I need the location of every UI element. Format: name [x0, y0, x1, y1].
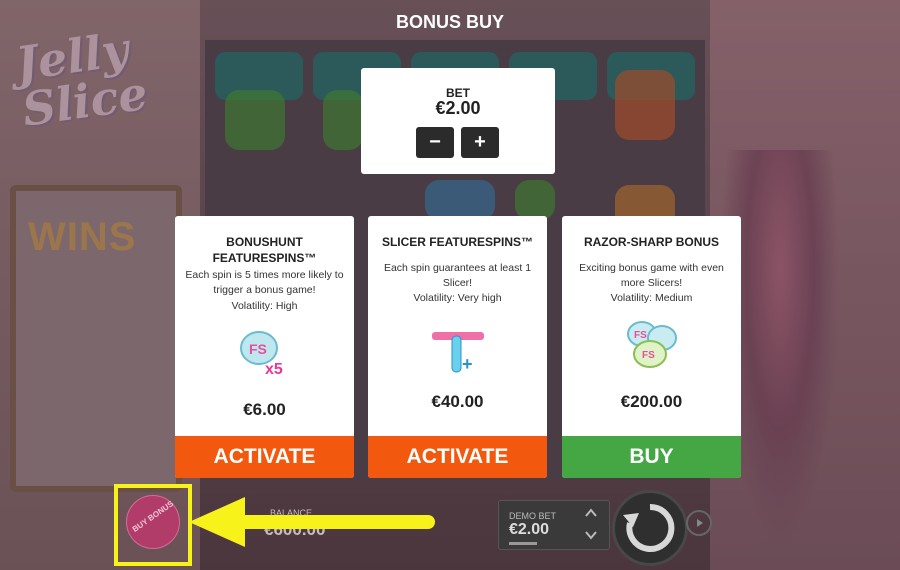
card-title: BONUSHUNT FEATURESPINS™: [212, 235, 317, 265]
card-volatility: Volatility: Medium: [610, 292, 693, 304]
demo-bet-control[interactable]: DEMO BET €2.00: [498, 500, 610, 550]
pointer-arrow-icon: [189, 497, 435, 547]
card-price: €6.00: [243, 400, 286, 419]
slicer-plus-icon: +: [428, 326, 488, 378]
autoplay-icon: [697, 519, 703, 527]
card-volatility: Volatility: Very high: [413, 292, 502, 304]
autoplay-button[interactable]: [686, 510, 712, 536]
card-title: SLICER FEATURESPINS™: [381, 235, 534, 249]
activate-slicer-button[interactable]: ACTIVATE: [368, 436, 547, 478]
card-price: €40.00: [431, 392, 484, 411]
svg-text:x5: x5: [265, 361, 283, 378]
bonus-card-razor-sharp: RAZOR-SHARP BONUS Exciting bonus game wi…: [562, 216, 741, 478]
buy-razor-sharp-button[interactable]: BUY: [562, 436, 741, 478]
card-price: €200.00: [620, 392, 683, 411]
card-volatility: Volatility: High: [231, 300, 298, 312]
spin-button[interactable]: [612, 490, 688, 566]
demo-bet-label: DEMO BET: [509, 511, 557, 521]
bet-panel: BET €2.00 − +: [361, 68, 555, 174]
modal-title: BONUS BUY: [395, 12, 504, 32]
svg-text:FS: FS: [642, 350, 655, 361]
card-title: RAZOR-SHARP BONUS: [583, 235, 720, 249]
bet-increase-button[interactable]: +: [461, 127, 499, 158]
featurespins-x5-icon: FS x5: [235, 326, 295, 378]
svg-text:FS: FS: [249, 341, 267, 357]
bonus-card-slicer: SLICER FEATURESPINS™ Each spin guarantee…: [368, 216, 547, 478]
bet-decrease-button[interactable]: −: [416, 127, 454, 158]
activate-bonushunt-button[interactable]: ACTIVATE: [175, 436, 354, 478]
svg-text:+: +: [462, 354, 473, 374]
svg-text:FS: FS: [634, 330, 647, 341]
demo-bet-value: €2.00: [509, 521, 550, 538]
spin-icon: [623, 503, 675, 552]
razor-sharp-bonus-icon: FS FS: [622, 316, 682, 368]
bet-value: €2.00: [435, 98, 481, 118]
card-description: Exciting bonus game with even more Slice…: [579, 262, 724, 289]
chevron-up-icon[interactable]: [583, 505, 599, 521]
card-description: Each spin guarantees at least 1 Slicer!: [383, 262, 532, 289]
card-description: Each spin is 5 times more likely to trig…: [185, 269, 344, 296]
chevron-down-icon[interactable]: [583, 527, 599, 543]
highlight-frame: [114, 484, 192, 566]
bonus-card-bonushunt: BONUSHUNT FEATURESPINS™ Each spin is 5 t…: [175, 216, 354, 478]
